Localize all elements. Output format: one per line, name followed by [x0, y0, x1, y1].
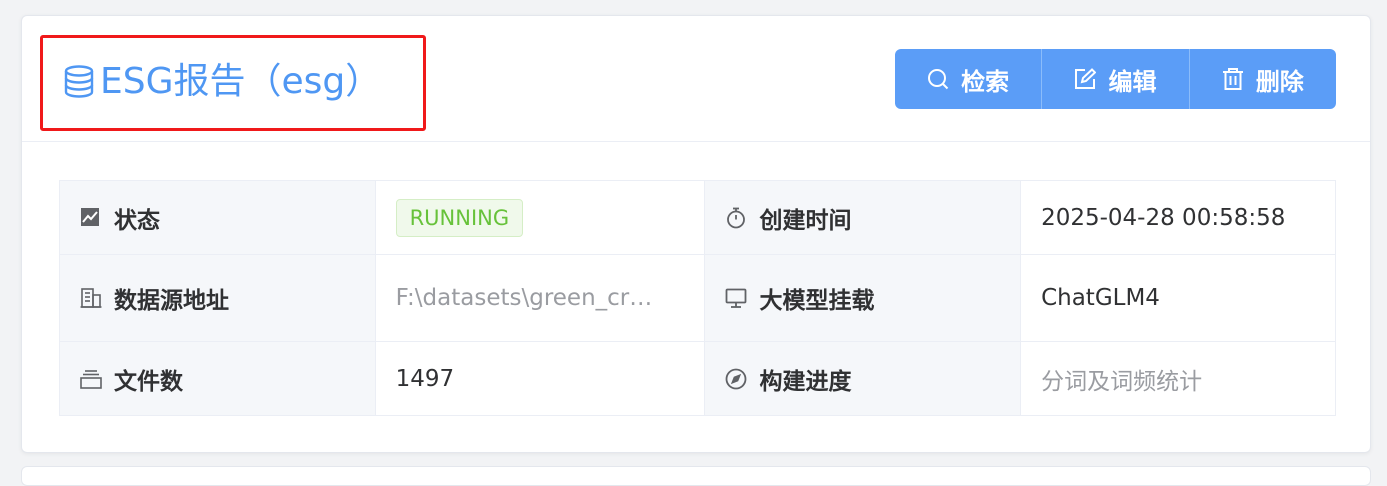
- progress-value: 分词及词频统计: [1041, 368, 1203, 395]
- search-button-label: 检索: [961, 67, 1010, 96]
- dataset-card: ESG报告（esg） 检索 编辑 删除 状态 RUNNING 创建时间 2025…: [21, 15, 1371, 453]
- next-card-edge: [21, 466, 1371, 486]
- office-building-icon: [80, 287, 102, 309]
- status-badge: RUNNING: [395, 198, 524, 237]
- action-button-group: 检索 编辑 删除: [895, 49, 1336, 109]
- files-label: 文件数: [114, 368, 183, 395]
- page-title: ESG报告（esg）: [62, 58, 381, 106]
- files-value-cell: 1497: [374, 341, 706, 416]
- created-value: 2025-04-28 00:58:58: [1041, 204, 1286, 231]
- monitor-icon: [725, 287, 747, 309]
- model-label-cell: 大模型挂载: [704, 254, 1022, 342]
- trend-chart-icon: [80, 207, 102, 229]
- files-value: 1497: [395, 365, 455, 392]
- progress-value-cell: 分词及词频统计: [1020, 341, 1336, 416]
- model-value-cell: ChatGLM4: [1020, 254, 1336, 342]
- source-label: 数据源地址: [114, 288, 229, 314]
- details-row: 文件数 1497 构建进度 分词及词频统计: [59, 341, 1336, 416]
- created-label: 创建时间: [759, 207, 852, 234]
- progress-label-cell: 构建进度: [704, 341, 1022, 416]
- stacked-files-icon: [80, 368, 102, 390]
- page-title-text: ESG报告（esg）: [100, 61, 382, 102]
- files-label-cell: 文件数: [59, 341, 376, 416]
- source-value: F:\datasets\green_cr…: [395, 285, 653, 311]
- edit-button-label: 编辑: [1108, 67, 1157, 96]
- details-table: 状态 RUNNING 创建时间 2025-04-28 00:58:58 数据源地…: [59, 180, 1336, 416]
- trash-icon: [1222, 68, 1244, 90]
- model-label: 大模型挂载: [759, 288, 875, 314]
- status-label-cell: 状态: [59, 180, 376, 255]
- edit-icon: [1074, 68, 1097, 90]
- edit-button[interactable]: 编辑: [1041, 49, 1188, 109]
- stopwatch-icon: [725, 207, 747, 229]
- delete-button[interactable]: 删除: [1188, 49, 1336, 109]
- model-value: ChatGLM4: [1041, 285, 1160, 311]
- details-row: 数据源地址 F:\datasets\green_cr… 大模型挂载 ChatGL…: [59, 254, 1336, 342]
- progress-label: 构建进度: [759, 368, 852, 395]
- search-icon: [927, 68, 949, 90]
- delete-button-label: 删除: [1255, 67, 1304, 96]
- source-value-cell: F:\datasets\green_cr…: [374, 254, 706, 342]
- created-value-cell: 2025-04-28 00:58:58: [1020, 180, 1336, 255]
- compass-icon: [725, 368, 747, 390]
- source-label-cell: 数据源地址: [59, 254, 376, 342]
- status-label: 状态: [114, 207, 160, 234]
- details-row: 状态 RUNNING 创建时间 2025-04-28 00:58:58: [59, 180, 1336, 255]
- card-header: ESG报告（esg） 检索 编辑 删除: [22, 16, 1370, 142]
- status-value-cell: RUNNING: [374, 180, 706, 255]
- search-button[interactable]: 检索: [895, 49, 1041, 109]
- created-label-cell: 创建时间: [704, 180, 1022, 255]
- database-icon: [62, 62, 98, 102]
